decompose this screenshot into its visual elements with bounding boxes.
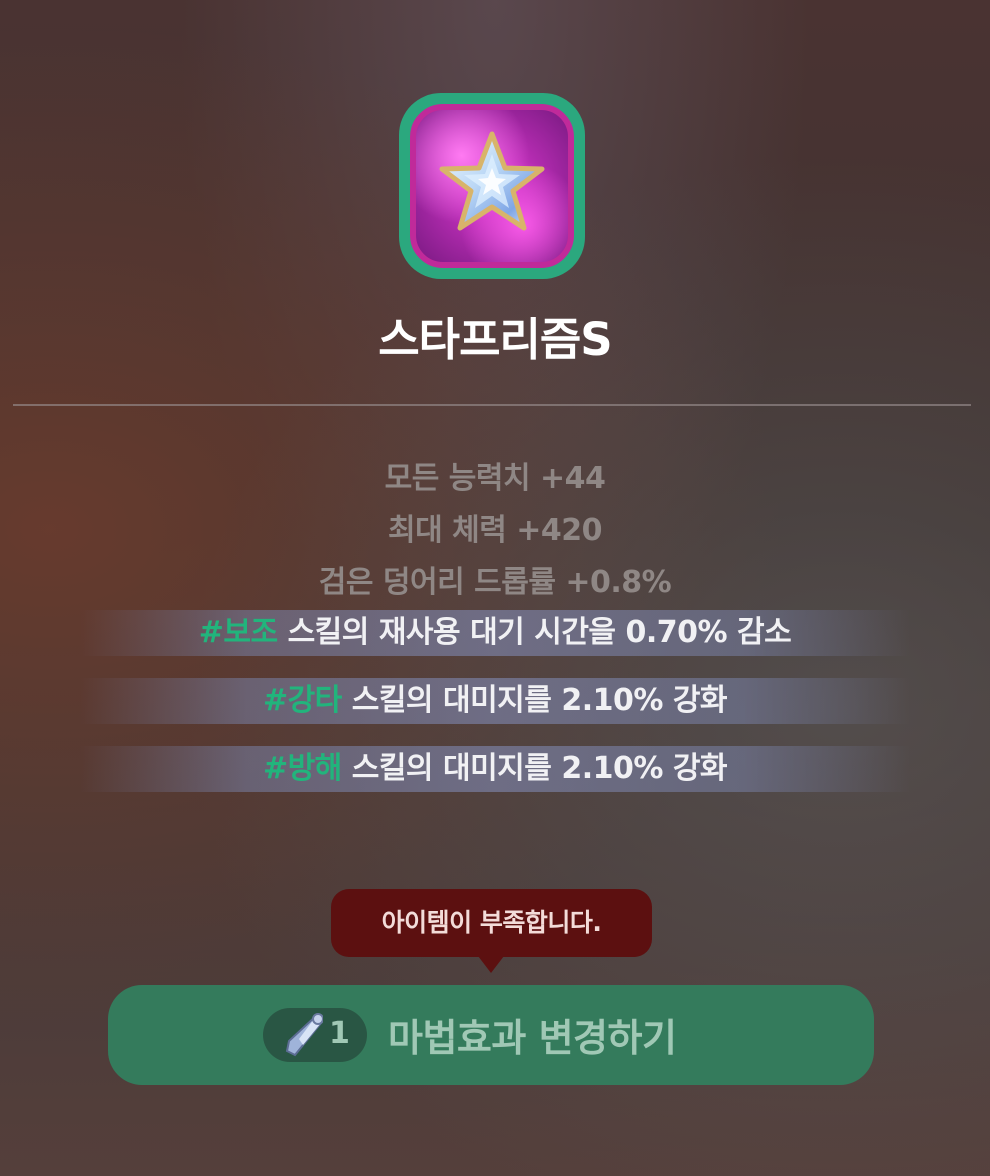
stat-drop-rate: 검은 덩어리 드롭률 +0.8% [318, 565, 672, 600]
stat-all-abilities: 모든 능력치 +44 [384, 461, 606, 496]
item-icon-frame [399, 93, 585, 279]
magic-option-1: #보조 스킬의 재사용 대기 시간을 0.70% 감소 [80, 610, 910, 656]
cost-badge: 1 [263, 1008, 367, 1062]
crystal-shard-icon [285, 1013, 323, 1057]
star-prism-icon [439, 131, 545, 231]
magic-option-3: #방해 스킬의 대미지를 2.10% 강화 [80, 746, 910, 792]
button-label: 마법효과 변경하기 [388, 1016, 677, 1060]
item-name: 스타프리즘S [378, 313, 612, 366]
option-tag: #강타 [262, 683, 342, 718]
change-magic-effect-button[interactable]: 1 마법효과 변경하기 [108, 985, 874, 1085]
stat-max-hp: 최대 체력 +420 [387, 513, 603, 548]
item-icon-background [410, 104, 574, 268]
option-tag: #보조 [198, 615, 278, 650]
option-text: 스킬의 대미지를 2.10% 강화 [341, 683, 728, 718]
magic-option-2: #강타 스킬의 대미지를 2.10% 강화 [80, 678, 910, 724]
cost-count: 1 [329, 1016, 350, 1051]
divider [13, 404, 971, 406]
option-text: 스킬의 재사용 대기 시간을 0.70% 감소 [277, 615, 792, 650]
tooltip-arrow [478, 956, 504, 973]
insufficient-item-tooltip: 아이템이 부족합니다. [331, 889, 652, 957]
option-text: 스킬의 대미지를 2.10% 강화 [341, 751, 728, 786]
option-tag: #방해 [262, 751, 342, 786]
